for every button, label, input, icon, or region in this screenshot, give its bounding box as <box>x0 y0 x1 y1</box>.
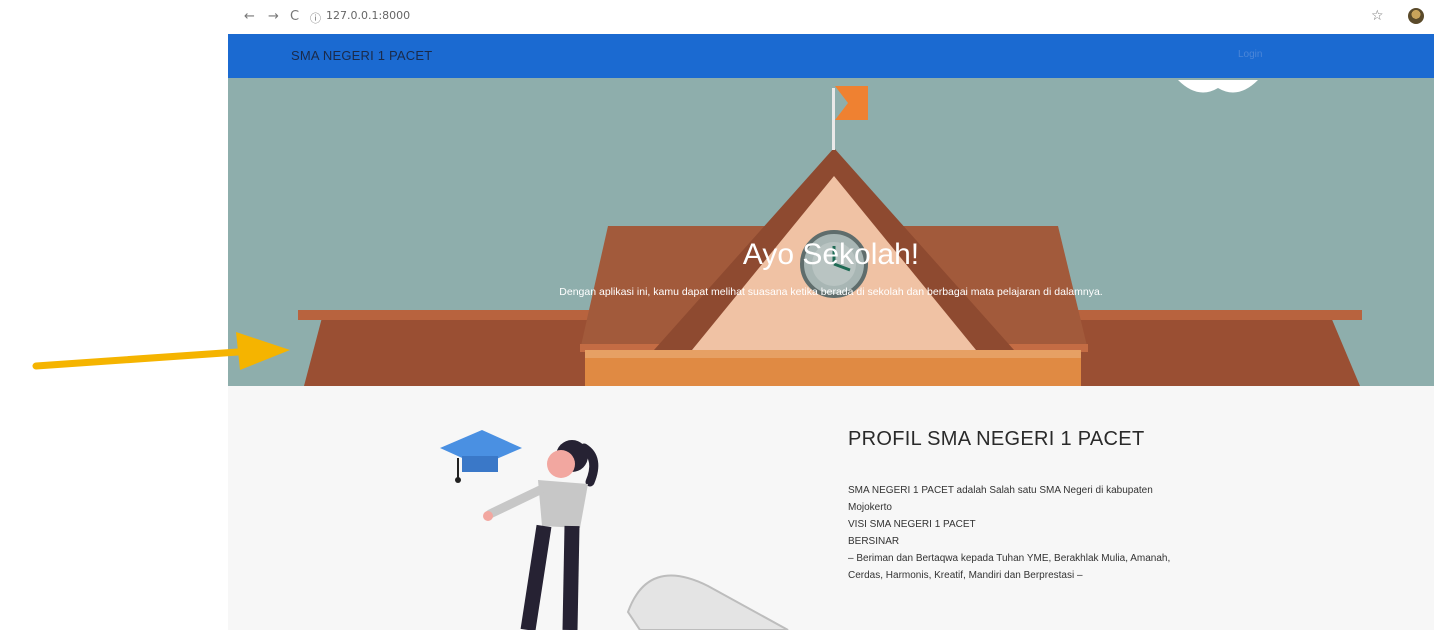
profile-line: – Beriman dan Bertaqwa kepada Tuhan YME,… <box>848 553 1171 564</box>
profile-line: Cerdas, Harmonis, Kreatif, Mandiri dan B… <box>848 570 1083 581</box>
forward-icon[interactable]: → <box>268 9 279 24</box>
login-link[interactable]: Login <box>1238 49 1262 60</box>
student-illustration <box>440 430 789 630</box>
hero-title: Ayo Sekolah! <box>742 238 920 271</box>
hero-subtitle: Dengan aplikasi ini, kamu dapat melihat … <box>559 286 1103 298</box>
navbar: SMA NEGERI 1 PACET Login <box>228 34 1434 78</box>
address-bar[interactable]: 127.0.0.1:8000 <box>326 9 410 22</box>
info-icon[interactable]: ⓘ <box>310 10 321 26</box>
school-illustration <box>228 78 1434 386</box>
back-icon[interactable]: ← <box>244 9 255 24</box>
profile-line: SMA NEGERI 1 PACET adalah Salah satu SMA… <box>848 485 1153 496</box>
profile-line: Mojokerto <box>848 502 892 513</box>
profile-description: SMA NEGERI 1 PACET adalah Salah satu SMA… <box>848 482 1268 584</box>
annotation-arrow <box>32 332 290 370</box>
profile-title: PROFIL SMA NEGERI 1 PACET <box>848 428 1145 450</box>
bookmark-star-icon[interactable]: ☆ <box>1371 8 1384 24</box>
hero-banner: Ayo Sekolah! Dengan aplikasi ini, kamu d… <box>228 78 1434 386</box>
profile-line: BERSINAR <box>848 536 900 547</box>
browser-toolbar: ← → C ⓘ 127.0.0.1:8000 ☆ <box>228 0 1434 35</box>
profile-line: VISI SMA NEGERI 1 PACET <box>848 519 976 530</box>
reload-icon[interactable]: C <box>290 9 299 24</box>
profile-avatar[interactable] <box>1408 8 1424 24</box>
navbar-brand[interactable]: SMA NEGERI 1 PACET <box>291 48 432 63</box>
profile-section: PROFIL SMA NEGERI 1 PACET SMA NEGERI 1 P… <box>228 386 1434 630</box>
